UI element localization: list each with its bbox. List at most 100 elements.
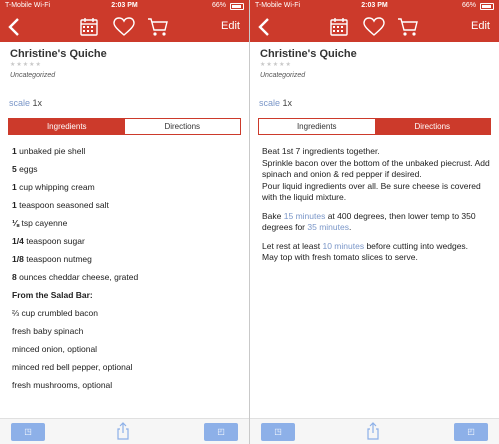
battery-percent: 66%	[461, 2, 476, 9]
nav-bar: Edit	[250, 14, 499, 40]
recipe-title: Christine's Quiche	[10, 48, 107, 60]
cart-icon[interactable]	[397, 17, 419, 37]
edit-button[interactable]: Edit	[471, 20, 490, 32]
ingredients-screen: T-Mobile Wi-Fi 2:03 PM 66% Edit Christin…	[0, 0, 249, 444]
direction-text: .	[348, 222, 352, 232]
battery-icon	[230, 3, 244, 10]
scale-control[interactable]: scale 1x	[9, 98, 42, 108]
toolbar-right-button[interactable]: ◰	[454, 423, 488, 441]
scale-label: scale	[259, 98, 281, 108]
toolbar-right-icon: ◰	[217, 427, 225, 436]
scale-value: 1x	[282, 98, 293, 108]
ingredient-row: 5 eggs	[12, 160, 242, 178]
ingredient-text: fresh baby spinach	[12, 326, 84, 336]
direction-line: Sprinkle bacon over the bottom of the un…	[262, 157, 490, 180]
recipe-title: Christine's Quiche	[260, 48, 357, 60]
ingredient-qty: 1	[12, 200, 17, 210]
ingredient-text: ounces cheddar cheese, grated	[19, 272, 139, 282]
share-icon[interactable]	[366, 422, 380, 440]
directions-screen: T-Mobile Wi-Fi 2:03 PM 66% Edit Christin…	[250, 0, 499, 444]
ingredient-qty: 1/8	[12, 254, 24, 264]
heart-icon[interactable]	[113, 17, 135, 37]
ingredient-row: 1 teaspoon seasoned salt	[12, 196, 242, 214]
cart-icon[interactable]	[147, 17, 169, 37]
toolbar-right-icon: ◰	[467, 427, 475, 436]
direction-line: May top with fresh tomato slices to serv…	[262, 252, 418, 262]
bottom-toolbar: ◳ ◰	[0, 418, 249, 444]
ingredient-qty: 5	[12, 164, 17, 174]
ingredient-row: ⅔ cup crumbled bacon	[12, 304, 242, 322]
ingredient-text: ⅔ cup crumbled bacon	[12, 308, 98, 318]
timer-link[interactable]: 10 minutes	[322, 241, 364, 251]
direction-line: Pour liquid ingredients over all. Be sur…	[262, 180, 481, 203]
tab-directions[interactable]: Directions	[124, 119, 240, 134]
toolbar-left-icon: ◳	[274, 427, 282, 436]
rating-stars[interactable]: ★★★★★	[10, 61, 42, 68]
ingredient-text: teaspoon sugar	[26, 236, 85, 246]
battery-icon	[480, 3, 494, 10]
tab-directions[interactable]: Directions	[374, 119, 490, 134]
tab-ingredients[interactable]: Ingredients	[9, 119, 125, 134]
toolbar-left-button[interactable]: ◳	[261, 423, 295, 441]
back-icon[interactable]	[257, 17, 273, 37]
ingredient-text: teaspoon nutmeg	[26, 254, 92, 264]
ingredient-text: tsp cayenne	[21, 218, 68, 228]
ingredient-text: teaspoon seasoned salt	[19, 200, 109, 210]
timer-link[interactable]: 35 minutes	[307, 222, 349, 232]
tab-ingredients[interactable]: Ingredients	[259, 119, 375, 134]
ingredient-qty: 1/4	[12, 236, 24, 246]
ingredient-qty: 1	[12, 146, 17, 156]
ingredient-row: ⅛ tsp cayenne	[12, 214, 242, 232]
ingredient-row: fresh mushrooms, optional	[12, 376, 242, 394]
direction-line: Beat 1st 7 ingredients together.	[262, 146, 380, 156]
ingredient-text: unbaked pie shell	[19, 146, 86, 156]
back-icon[interactable]	[7, 17, 23, 37]
ingredient-qty: ⅛	[12, 218, 20, 228]
ingredient-row: minced red bell pepper, optional	[12, 358, 242, 376]
calendar-icon[interactable]	[329, 17, 349, 37]
top-bar: T-Mobile Wi-Fi 2:03 PM 66% Edit	[0, 0, 249, 42]
direction-text: Bake	[262, 210, 284, 221]
recipe-category: Uncategorized	[10, 72, 56, 79]
toolbar-left-icon: ◳	[24, 427, 32, 436]
ingredient-row: minced onion, optional	[12, 340, 242, 358]
ingredient-section-header: From the Salad Bar:	[12, 290, 93, 300]
status-bar: T-Mobile Wi-Fi 2:03 PM 66%	[250, 2, 499, 12]
ingredient-text: cup whipping cream	[19, 182, 95, 192]
rating-stars[interactable]: ★★★★★	[260, 61, 292, 68]
ingredient-row: 1/8 teaspoon nutmeg	[12, 250, 242, 268]
ingredient-row: 1 unbaked pie shell	[12, 142, 242, 160]
scale-value: 1x	[32, 98, 43, 108]
bottom-toolbar: ◳ ◰	[250, 418, 499, 444]
share-icon[interactable]	[116, 422, 130, 440]
ingredient-qty: 8	[12, 272, 17, 282]
recipe-category: Uncategorized	[260, 72, 306, 79]
heart-icon[interactable]	[363, 17, 385, 37]
ingredient-row: 1/4 teaspoon sugar	[12, 232, 242, 250]
toolbar-right-button[interactable]: ◰	[204, 423, 238, 441]
edit-button[interactable]: Edit	[221, 20, 240, 32]
toolbar-left-button[interactable]: ◳	[11, 423, 45, 441]
direction-text: before cutting into wedges.	[364, 240, 469, 251]
ingredient-text: minced onion, optional	[12, 344, 98, 354]
ingredient-row: 8 ounces cheddar cheese, grated	[12, 268, 242, 286]
top-bar: T-Mobile Wi-Fi 2:03 PM 66% Edit	[250, 0, 499, 42]
directions-text: Beat 1st 7 ingredients together. Sprinkl…	[262, 146, 490, 271]
ingredient-text: fresh mushrooms, optional	[12, 380, 113, 390]
timer-link[interactable]: 15 minutes	[284, 211, 326, 221]
segmented-control: Ingredients Directions	[8, 118, 241, 135]
battery-percent: 66%	[211, 2, 226, 9]
scale-control[interactable]: scale 1x	[259, 98, 292, 108]
ingredients-list: 1 unbaked pie shell 5 eggs 1 cup whippin…	[12, 142, 242, 394]
directions-step-1: Beat 1st 7 ingredients together. Sprinkl…	[262, 146, 490, 204]
ingredient-text: eggs	[19, 164, 38, 174]
ingredient-qty: 1	[12, 182, 17, 192]
ingredient-row: fresh baby spinach	[12, 322, 242, 340]
segmented-control: Ingredients Directions	[258, 118, 491, 135]
scale-label: scale	[9, 98, 31, 108]
ingredient-row: 1 cup whipping cream	[12, 178, 242, 196]
calendar-icon[interactable]	[79, 17, 99, 37]
direction-text: Let rest at least	[262, 240, 323, 251]
nav-bar: Edit	[0, 14, 249, 40]
ingredient-text: minced red bell pepper, optional	[12, 362, 133, 372]
